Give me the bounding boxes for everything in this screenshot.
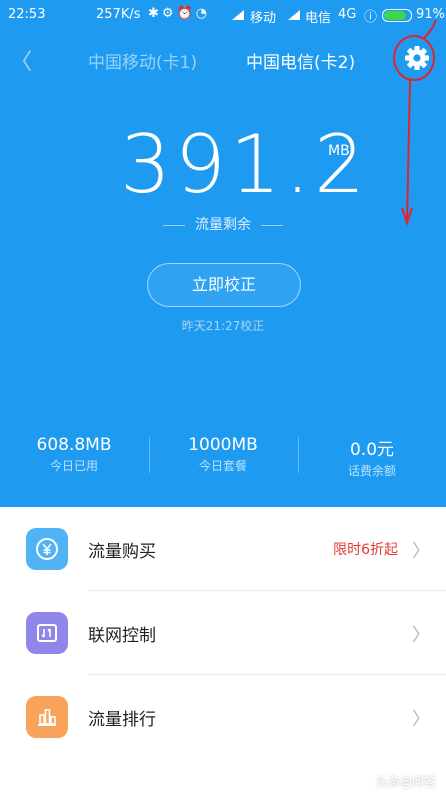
menu-item-label: 流量购买 <box>88 542 156 562</box>
status-icons: ✱⚙⏰◔ <box>148 6 210 21</box>
stat-value: 608.8MB <box>36 435 112 455</box>
vibrate-icon: ⚙ <box>161 6 177 21</box>
tab-sim2[interactable]: 中国电信(卡2) <box>246 48 355 73</box>
stat-value: 1000MB <box>188 435 258 455</box>
status-speed: 257K/s <box>96 7 141 22</box>
stat-used-today: 608.8MB 今日已用 <box>0 435 148 474</box>
menu-item-label: 流量排行 <box>88 710 156 730</box>
data-remaining-value: 391.2 <box>120 118 370 211</box>
stat-daily-plan: 1000MB 今日套餐 <box>149 435 297 474</box>
back-arrow-icon[interactable]: 〈 <box>10 44 32 76</box>
stat-balance: 0.0元 话费余额 <box>298 435 446 479</box>
status-network: 4G <box>338 7 357 22</box>
stat-label: 话费余额 <box>347 464 396 478</box>
tab-sim1[interactable]: 中国移动(卡1) <box>88 48 197 73</box>
charging-icon: ⓘ <box>364 10 378 25</box>
menu-item-data-ranking[interactable]: 流量排行 〉 <box>0 675 446 759</box>
data-remaining-label: 流量剩余 <box>195 217 251 233</box>
wifi-icon: ◔ <box>195 6 211 21</box>
signal-icon <box>232 10 244 20</box>
status-carrier-2: 电信 <box>305 11 332 26</box>
stat-label: 今日已用 <box>49 459 98 473</box>
chevron-right-icon: 〉 <box>412 541 430 562</box>
hero-panel: 22:53 257K/s ✱⚙⏰◔ 移动 电信 4G ⓘ 91% 〈 中国移动(… <box>0 0 446 507</box>
menu-item-network-control[interactable]: 联网控制 〉 <box>0 591 446 675</box>
caption-line-right <box>261 224 283 226</box>
chevron-right-icon: 〉 <box>412 709 430 730</box>
bluetooth-icon: ✱ <box>148 6 162 21</box>
stat-value: 0.0元 <box>349 440 395 460</box>
yen-coin-icon <box>26 528 68 570</box>
caption-line-left <box>163 224 185 226</box>
data-remaining-caption: 流量剩余 <box>0 214 446 234</box>
network-arrows-icon <box>26 612 68 654</box>
menu-item-label: 联网控制 <box>88 626 156 646</box>
status-time: 22:53 <box>8 7 46 22</box>
menu-item-buy-data[interactable]: 流量购买 限时6折起 〉 <box>0 507 446 591</box>
status-carrier-1: 移动 <box>250 11 277 26</box>
status-bar: 22:53 257K/s ✱⚙⏰◔ 移动 电信 4G ⓘ 91% <box>0 0 446 30</box>
battery-icon <box>382 9 412 22</box>
bar-chart-icon <box>26 696 68 738</box>
calibrate-button[interactable]: 立即校正 <box>147 263 301 307</box>
watermark: 头条@问答 <box>375 775 436 789</box>
settings-gear-icon[interactable] <box>404 45 430 71</box>
chevron-right-icon: 〉 <box>412 625 430 646</box>
stat-label: 今日套餐 <box>198 459 247 473</box>
promo-badge: 限时6折起 <box>333 542 398 558</box>
status-battery-percent: 91% <box>416 7 445 22</box>
signal-icon-2 <box>288 10 300 20</box>
last-calibration-time: 昨天21:27校正 <box>181 319 265 333</box>
data-remaining-unit: MB <box>328 143 350 159</box>
alarm-icon: ⏰ <box>176 6 196 21</box>
